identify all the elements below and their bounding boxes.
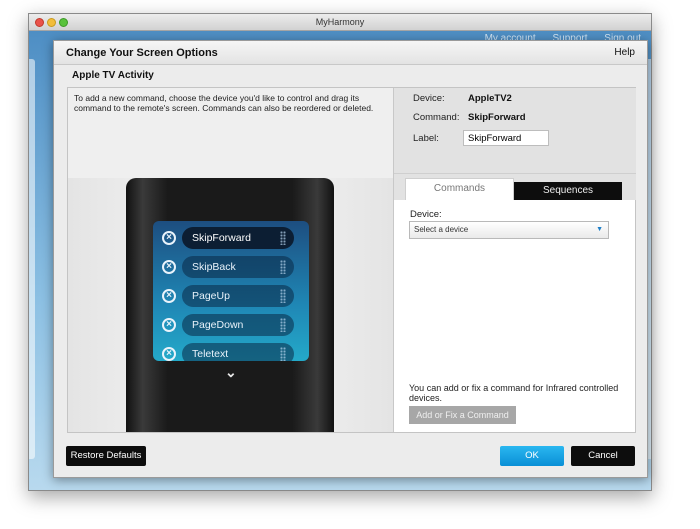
label-input[interactable] [463, 130, 549, 146]
command-pill[interactable]: SkipForward [182, 227, 294, 249]
cancel-button[interactable]: Cancel [571, 446, 635, 466]
help-link[interactable]: Help [614, 47, 635, 58]
instructions-text: To add a new command, choose the device … [74, 93, 374, 113]
command-info-value: SkipForward [468, 112, 526, 123]
chevron-down-icon[interactable]: ⌄ [225, 364, 237, 381]
ok-button[interactable]: OK [500, 446, 564, 466]
label-field-label: Label: [413, 133, 439, 144]
command-info-label: Command: [413, 112, 460, 123]
drag-handle-icon[interactable] [280, 289, 286, 303]
delete-command-icon[interactable]: × [162, 347, 176, 361]
command-info: Device: AppleTV2 Command: SkipForward La… [394, 88, 636, 174]
infrared-help-text: You can add or fix a command for Infrare… [409, 383, 619, 403]
drag-handle-icon[interactable] [280, 347, 286, 361]
command-details-pane: Device: AppleTV2 Command: SkipForward La… [393, 88, 636, 432]
zoom-window-icon[interactable] [59, 18, 68, 27]
tab-sequences[interactable]: Sequences [514, 182, 622, 200]
device-select[interactable]: Select a device ▼ [409, 221, 609, 239]
content-panel: To add a new command, choose the device … [67, 87, 636, 433]
command-pill[interactable]: PageUp [182, 285, 294, 307]
dialog-title: Change Your Screen Options [66, 47, 218, 59]
command-row[interactable]: × SkipBack [153, 254, 309, 280]
background-panel-left [29, 59, 35, 459]
delete-command-icon[interactable]: × [162, 260, 176, 274]
drag-handle-icon[interactable] [280, 231, 286, 245]
dropdown-arrow-icon: ▼ [596, 226, 603, 233]
command-label: PageDown [192, 319, 244, 331]
device-select-label: Device: [410, 209, 442, 220]
delete-command-icon[interactable]: × [162, 289, 176, 303]
restore-defaults-button[interactable]: Restore Defaults [66, 446, 146, 466]
command-label: SkipBack [192, 261, 236, 273]
command-pill[interactable]: PageDown [182, 314, 294, 336]
remote-preview-pane: To add a new command, choose the device … [68, 88, 393, 432]
window-title: MyHarmony [315, 17, 365, 27]
os-titlebar: MyHarmony [29, 14, 651, 31]
dialog-header: Change Your Screen Options Help [54, 41, 647, 65]
device-select-value: Select a device [414, 225, 469, 234]
minimize-window-icon[interactable] [47, 18, 56, 27]
command-row[interactable]: × Teletext [153, 341, 309, 361]
command-label: SkipForward [192, 232, 251, 244]
command-label: PageUp [192, 290, 230, 302]
add-or-fix-command-button[interactable]: Add or Fix a Command [409, 406, 516, 424]
drag-handle-icon[interactable] [280, 260, 286, 274]
command-row[interactable]: × PageDown [153, 312, 309, 338]
drag-handle-icon[interactable] [280, 318, 286, 332]
activity-title: Apple TV Activity [72, 70, 154, 81]
delete-command-icon[interactable]: × [162, 318, 176, 332]
command-pill[interactable]: Teletext [182, 343, 294, 361]
command-row[interactable]: × PageUp [153, 283, 309, 309]
close-window-icon[interactable] [35, 18, 44, 27]
device-info-value: AppleTV2 [468, 93, 512, 104]
command-pill[interactable]: SkipBack [182, 256, 294, 278]
change-screen-options-dialog: Change Your Screen Options Help Apple TV… [53, 40, 648, 478]
tab-commands[interactable]: Commands [405, 178, 514, 200]
command-row[interactable]: × SkipForward [153, 225, 309, 251]
delete-command-icon[interactable]: × [162, 231, 176, 245]
remote-stage: × SkipForward × SkipBack × PageUp × Page… [68, 178, 393, 432]
device-info-label: Device: [413, 93, 445, 104]
remote-screen: × SkipForward × SkipBack × PageUp × Page… [153, 221, 309, 361]
tabs-strip: Commands Sequences [394, 174, 636, 200]
command-label: Teletext [192, 348, 229, 360]
